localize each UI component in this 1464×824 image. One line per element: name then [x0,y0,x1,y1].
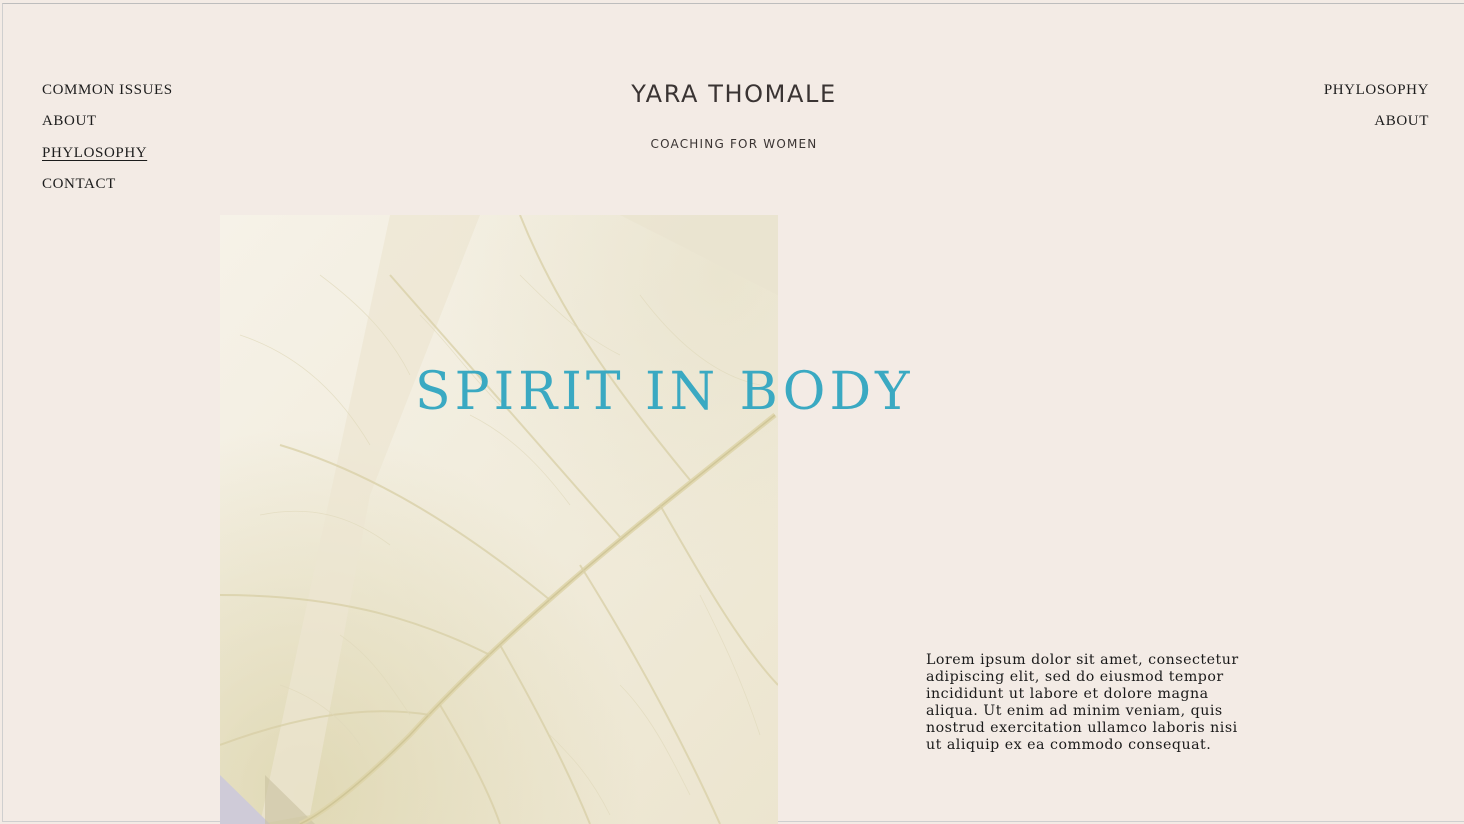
secondary-nav-item-about[interactable]: ABOUT [1324,111,1429,142]
secondary-nav: PHYLOSOPHY ABOUT [1324,80,1429,143]
secondary-nav-item-phylosophy[interactable]: PHYLOSOPHY [1324,80,1429,111]
brand-title: YARA THOMALE [631,80,837,108]
leaf-photo [220,215,778,824]
intro-paragraph: Lorem ipsum dolor sit amet, consectetur … [926,652,1239,753]
hero-title: SPIRIT IN BODY [415,362,914,422]
nav-item-contact[interactable]: CONTACT [42,174,173,205]
brand-tagline: COACHING FOR WOMEN [650,137,818,151]
